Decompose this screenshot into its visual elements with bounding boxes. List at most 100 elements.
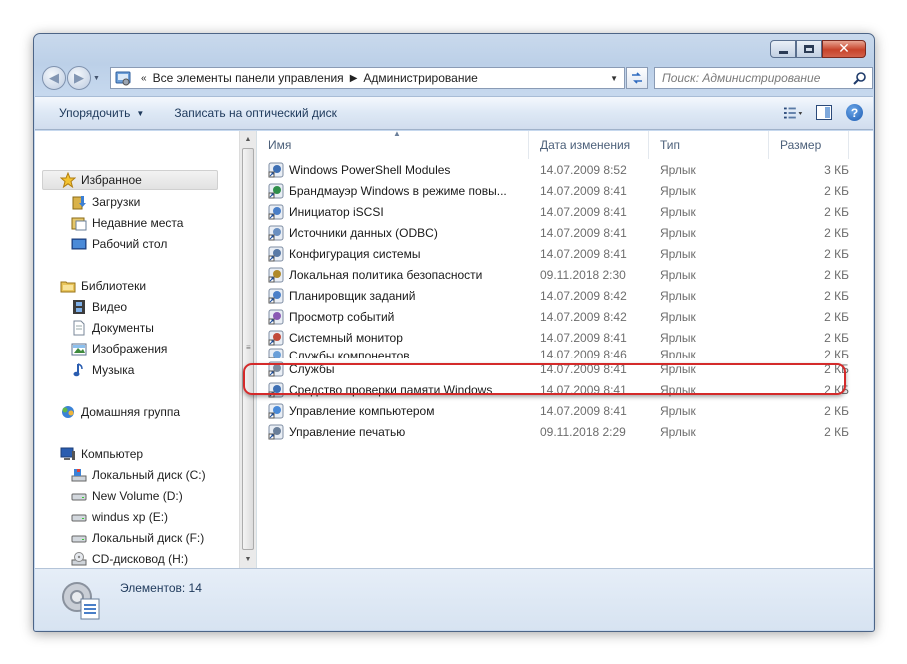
column-header-name[interactable]: ▲ Имя [257, 129, 529, 159]
nav-drive-c-label: Локальный диск (C:) [92, 468, 206, 482]
scrollbar-thumb[interactable]: ≡ [242, 148, 254, 550]
file-row[interactable]: Windows PowerShell Modules 14.07.2009 8:5… [257, 159, 873, 180]
file-row[interactable]: Управление компьютером 14.07.2009 8:41 Ярл… [257, 400, 873, 421]
file-name: Службы компонентов [289, 349, 410, 358]
scroll-down-arrow-icon[interactable]: ▼ [240, 551, 256, 568]
file-type: Ярлык [660, 162, 696, 177]
column-header-size[interactable]: Размер [769, 131, 849, 159]
minimize-button[interactable] [770, 40, 796, 58]
item-count: Элементов: 14 [120, 581, 202, 595]
search-input[interactable]: Поиск: Администрирование [654, 67, 873, 89]
shortcut-icon [268, 361, 284, 376]
nav-video[interactable]: Видео [71, 297, 127, 317]
file-size: 2 КБ [824, 183, 849, 198]
nav-libraries-label: Библиотеки [81, 279, 147, 293]
breadcrumb-control-panel[interactable]: Все элементы панели управления [153, 71, 344, 85]
forward-button[interactable]: ▶ [67, 66, 91, 90]
search-icon[interactable] [853, 71, 867, 85]
close-button[interactable]: ✕ [822, 40, 866, 58]
file-name-cell: Брандмауэр Windows в режиме повы... [257, 183, 529, 199]
libraries-icon [60, 278, 76, 294]
file-name: Просмотр событий [289, 309, 395, 324]
file-name-cell: Управление печатью [257, 424, 529, 440]
file-row[interactable]: Конфигурация системы 14.07.2009 8:41 Ярлык… [257, 243, 873, 264]
file-row[interactable]: Просмотр событий 14.07.2009 8:42 Ярлык 2 КБ [257, 306, 873, 327]
burn-disc-button[interactable]: Записать на оптический диск [156, 97, 349, 129]
column-header-type[interactable]: Тип [649, 131, 769, 159]
file-row[interactable]: Инициатор iSCSI 14.07.2009 8:41 Ярлык 2 КБ [257, 201, 873, 222]
navigation-pane-scrollbar[interactable]: ▲ ≡ ▼ [239, 131, 256, 568]
nav-downloads-label: Загрузки [92, 195, 141, 209]
file-date: 09.11.2018 2:30 [540, 267, 626, 282]
help-icon[interactable]: ? [846, 104, 863, 121]
back-button[interactable]: ◀ [42, 66, 66, 90]
nav-drive-d[interactable]: New Volume (D:) [71, 486, 183, 506]
star-icon [60, 172, 76, 188]
file-row[interactable]: Управление печатью 09.11.2018 2:29 Ярлык 2 … [257, 421, 873, 442]
nav-desktop[interactable]: Рабочий стол [71, 234, 167, 254]
recent-places-icon [71, 215, 87, 231]
file-name: Брандмауэр Windows в режиме повы... [289, 183, 507, 198]
file-name: Планировщик заданий [289, 288, 416, 303]
file-type: Ярлык [660, 183, 696, 198]
preview-pane-button[interactable] [816, 105, 834, 121]
nav-recent-places[interactable]: Недавние места [71, 213, 183, 233]
pictures-icon [71, 341, 87, 357]
nav-computer[interactable]: Компьютер [60, 444, 143, 464]
column-header-date[interactable]: Дата изменения [529, 131, 649, 159]
nav-homegroup[interactable]: Домашняя группа [60, 402, 180, 422]
nav-drive-c[interactable]: Локальный диск (C:) [71, 465, 206, 485]
file-name: Конфигурация системы [289, 246, 421, 261]
nav-music[interactable]: Музыка [71, 360, 134, 380]
scroll-up-arrow-icon[interactable]: ▲ [240, 131, 256, 148]
breadcrumb-overflow-icon[interactable]: « [141, 73, 147, 84]
recent-pages-dropdown[interactable]: ▼ [93, 75, 100, 82]
file-row[interactable]: Источники данных (ODBC) 14.07.2009 8:41 Яр… [257, 222, 873, 243]
nav-drive-e-label: windus xp (E:) [92, 510, 169, 524]
shortcut-icon [268, 288, 284, 303]
file-row[interactable]: Службы 14.07.2009 8:41 Ярлык 2 КБ [257, 358, 873, 379]
file-type: Ярлык [660, 309, 696, 324]
file-name-cell: Источники данных (ODBC) [257, 225, 529, 241]
file-name-cell: Конфигурация системы [257, 246, 529, 262]
file-size: 2 КБ [824, 204, 849, 219]
shortcut-icon [268, 204, 284, 219]
nav-documents[interactable]: Документы [71, 318, 154, 338]
nav-downloads[interactable]: Загрузки [71, 192, 140, 212]
file-size: 2 КБ [824, 403, 849, 418]
file-name: Средство проверки памяти Windows [289, 382, 493, 397]
nav-libraries[interactable]: Библиотеки [60, 276, 146, 296]
nav-drive-e[interactable]: windus xp (E:) [71, 507, 168, 527]
view-list-icon [784, 107, 803, 118]
breadcrumb-separator-icon[interactable]: ▶ [350, 73, 358, 84]
search-placeholder: Поиск: Администрирование [662, 71, 821, 85]
file-size: 2 КБ [824, 348, 849, 358]
file-row[interactable]: Системный монитор 14.07.2009 8:41 Ярлык 2 К… [257, 327, 873, 348]
file-row[interactable]: Локальная политика безопасности 09.11.201… [257, 264, 873, 285]
file-row[interactable]: Брандмауэр Windows в режиме повы... 14.07… [257, 180, 873, 201]
nav-drive-f[interactable]: Локальный диск (F:) [71, 528, 204, 548]
organize-button[interactable]: Упорядочить ▼ [35, 97, 156, 129]
file-row[interactable]: Службы компонентов 14.07.2009 8:46 Ярлык 2 … [257, 348, 873, 358]
file-date: 14.07.2009 8:41 [540, 204, 627, 219]
address-bar[interactable]: « Все элементы панели управления ▶ Админ… [110, 67, 625, 89]
nav-favorites[interactable]: Избранное [42, 170, 218, 190]
nav-pictures[interactable]: Изображения [71, 339, 167, 359]
shortcut-icon [268, 403, 284, 418]
back-arrow-icon: ◀ [49, 70, 59, 85]
change-view-button[interactable] [784, 105, 804, 121]
file-size: 2 КБ [824, 382, 849, 397]
file-name-cell: Управление компьютером [257, 403, 529, 419]
file-type: Ярлык [660, 267, 696, 282]
file-type: Ярлык [660, 361, 696, 376]
maximize-button[interactable] [796, 40, 822, 58]
shortcut-icon [268, 348, 284, 358]
nav-drive-h[interactable]: CD-дисковод (H:) [71, 549, 188, 568]
refresh-button[interactable] [626, 67, 648, 89]
breadcrumb-administration[interactable]: Администрирование [363, 71, 477, 85]
shortcut-icon [268, 382, 284, 397]
file-row[interactable]: Средство проверки памяти Windows 14.07.20… [257, 379, 873, 400]
address-dropdown-icon[interactable]: ▼ [610, 74, 618, 83]
file-row[interactable]: Планировщик заданий 14.07.2009 8:42 Ярлык 2… [257, 285, 873, 306]
column-header-size-label: Размер [780, 138, 822, 152]
